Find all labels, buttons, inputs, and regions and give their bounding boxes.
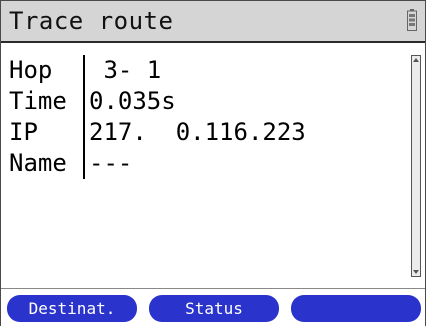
title-bar: Trace route (1, 1, 425, 43)
softkey-bar: Destinat. Status (1, 288, 425, 326)
time-value: 0.035s (89, 87, 176, 115)
column-divider (83, 55, 85, 179)
name-label: Name (9, 149, 67, 177)
hop-value: 3- 1 (89, 56, 162, 84)
ip-label: IP (9, 118, 38, 146)
status-softkey[interactable]: Status (149, 295, 279, 322)
page-title: Trace route (9, 7, 174, 35)
trace-route-screen: Trace route Hop 3- 1 Time 0.035s IP 217.… (0, 0, 426, 326)
blank-softkey[interactable] (291, 295, 421, 322)
ip-value: 217. 0.116.223 (89, 118, 306, 146)
name-value: --- (89, 149, 133, 177)
scroll-up-arrow-icon[interactable] (413, 58, 419, 62)
scroll-down-arrow-icon[interactable] (413, 270, 419, 274)
trace-details-panel: Hop 3- 1 Time 0.035s IP 217. 0.116.223 N… (1, 43, 425, 287)
battery-icon (407, 9, 417, 31)
destination-softkey[interactable]: Destinat. (7, 295, 137, 322)
scrollbar[interactable] (411, 55, 421, 277)
hop-label: Hop (9, 56, 53, 84)
time-label: Time (9, 87, 67, 115)
